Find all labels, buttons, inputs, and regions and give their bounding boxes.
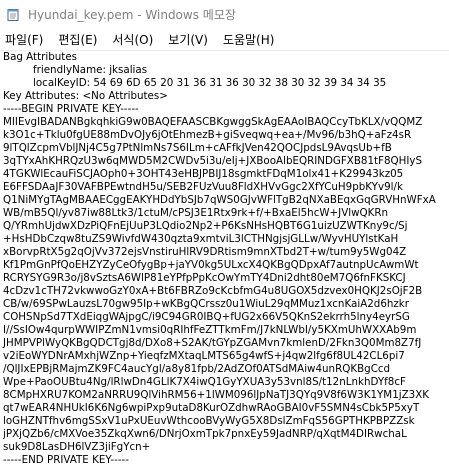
text-line-key-data: Q1NiMYgTAgMBAAECggEAKYHDdYbSJb7qWS0GJvWF… (3, 194, 436, 206)
text-line-key-data: qt7wEAR4NHUkI6K6Ng6wpiPxp9utaD8KurOZdhwR… (3, 402, 420, 414)
text-line-key-data: WB/mB5Ql/yv87iw88Ltk3/1ctuM/cPSJ3E1Rtx9r… (3, 207, 389, 219)
text-line-key-data: 8CMpHXRU7KOM2aNRRU9QlVihRM56+1lWM096lJpN… (3, 389, 430, 401)
text-line-key-data: MIIEvgIBADANBgkqhkiG9w0BAQEFAASCBKgwggSk… (3, 116, 423, 128)
text-line-key-data: jPXjQZb6/cMXVoe35ZkqXwn6/DNrjOxmTpk7pnxE… (3, 428, 407, 440)
text-line-local-key-id: localKeyID: 54 69 6D 65 20 31 36 31 36 3… (33, 77, 387, 89)
text-line-key-data: RCRYSYG9R3o/j8vSztsA6WlP81eYPfpPpKcOwYmT… (3, 272, 406, 284)
text-line-key-data: Wpe+PaoOUBtu4Ng/lRlwDn4GLlK7X4iwQ1GyYXUA… (3, 376, 406, 388)
text-line-key-data: Q/YRmhUjdwXDzPiQFnEjUuP3LQdio2Np2+P6KsNH… (3, 220, 408, 232)
text-line-key-data: +HsHDbCzqw8tuZS9WivfdW430qzta9xmtviL3lCT… (3, 233, 399, 245)
text-line-key-data: 3qTYxAhKHRQzU3w6qMWD5M2CWDv5i3u/eIj+JXBo… (3, 155, 423, 167)
text-line-key-data: /QlJIxEPBjRMajmZK9FC4aucYgl/a8y81fpb/2Ad… (3, 363, 391, 375)
text-line-key-data: v2iEoWYDNrAMxhjWZnp+YieqfzMXtaqLMTS65g4w… (3, 350, 405, 362)
notepad-window: Hyundai_key.pem - Windows 메모장 파일(F) 편집(E… (0, 0, 449, 467)
text-line-key-data: k3O1c+Tklu0fgUE88mDvOJy6jOtEhmezB+giSveq… (3, 129, 412, 141)
text-line-key-data: CB/w/69SPwLauzsL70gw95Ip+wKBgQCrssz0u1Wi… (3, 298, 410, 310)
text-line-friendly-name: friendlyName: jksalias (33, 64, 148, 76)
menu-bar: 파일(F) 편집(E) 서식(O) 보기(V) 도움말(H) (0, 28, 449, 50)
text-line-key-data: Kf1PmGnPfQoEHZYZyCeOfygBp+jaYV0kg5ULxcX4… (3, 259, 419, 271)
text-line-key-data: COHSNpSd7TXdEiqgWAjpgC/i9C94GR0IBQ+fUG2x… (3, 311, 410, 323)
key-body: MIIEvgIBADANBgkqhkiG9w0BAQEFAASCBKgwggSk… (3, 116, 449, 454)
text-line-key-data: loGHZNTfhv6mgSSxV1uPxUEuvWthcooBVyWyG5X8… (3, 415, 415, 427)
text-line-key-data: E6FFSDAaJF30VAFBPEwtndH5u/SEB2FUzVuu8Fld… (3, 181, 403, 193)
text-line-key-data: xBorvpRtX5g2qOjVv372ejsVnstiruHlRV9DRtis… (3, 246, 407, 258)
menu-help[interactable]: 도움말(H) (223, 29, 275, 50)
text-line-begin-marker: -----BEGIN PRIVATE KEY----- (3, 103, 139, 115)
text-line-bag-attributes: Bag Attributes (3, 51, 78, 63)
menu-file[interactable]: 파일(F) (5, 29, 43, 50)
text-editor-area[interactable]: Bag Attributes friendlyName: jksalias lo… (0, 51, 449, 467)
text-line-end-marker: -----END PRIVATE KEY----- (3, 454, 129, 466)
text-line-key-data: 4TGKWlEcauFiSCJAOph0+3OHT43eHBJPBIJ18sgm… (3, 168, 404, 180)
notepad-icon (7, 9, 19, 21)
text-line-key-data: JHMPVPlWyQKBgQDCTgj8d/DXo8+S2AK/tGYpZGAM… (3, 337, 422, 349)
text-line-key-data: 9lTQlZcpmVblJNj4C5g7PtNlmNs7S6ILm+cAFfkJ… (3, 142, 392, 154)
menu-format[interactable]: 서식(O) (112, 29, 153, 50)
text-line-key-data: 4cDzv1cTH72vkwwoGzY0xA+Bt6FBRZo9cKcbfmG4… (3, 285, 423, 297)
title-bar[interactable]: Hyundai_key.pem - Windows 메모장 (0, 0, 449, 28)
menu-edit[interactable]: 편집(E) (58, 29, 97, 50)
text-line-key-data: suk9D8LasDH6lVZ3jiFgYcn+ (3, 441, 151, 453)
window-title: Hyundai_key.pem - Windows 메모장 (28, 8, 236, 22)
menu-view[interactable]: 보기(V) (168, 29, 208, 50)
text-line-key-data: I//SsIOw4qurpWWIPZmN1vmsi0qRIhfFeZTTkmFm… (3, 324, 417, 336)
text-line-key-attributes: Key Attributes: <No Attributes> (3, 90, 168, 102)
